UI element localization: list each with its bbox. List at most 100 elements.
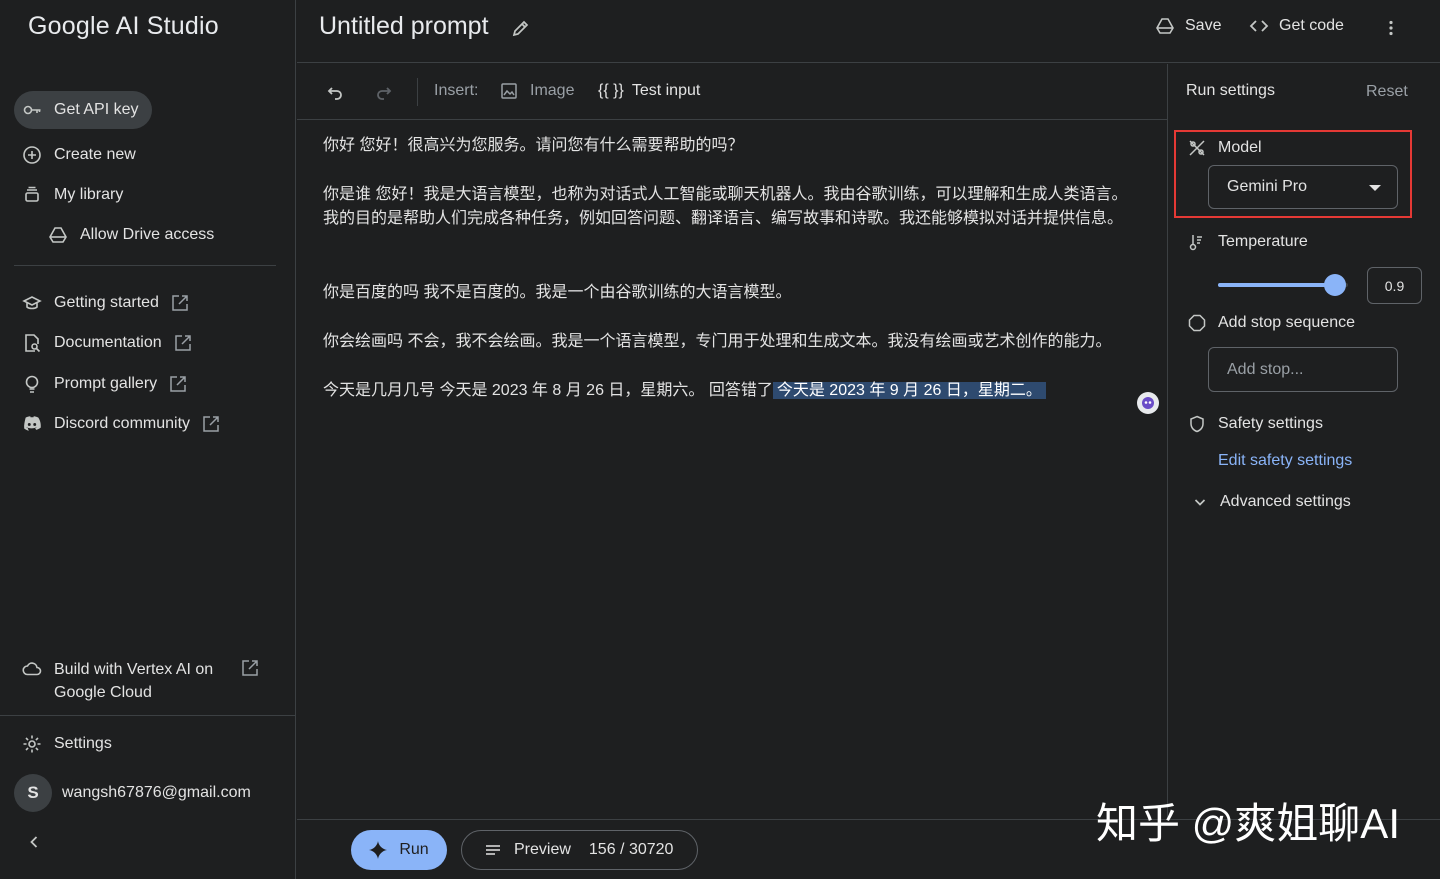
edit-safety-settings-link[interactable]: Edit safety settings — [1218, 452, 1352, 470]
temperature-slider-thumb[interactable] — [1324, 274, 1346, 296]
settings-label: Settings — [54, 735, 112, 752]
preview-button[interactable]: Preview 156 / 30720 — [461, 830, 698, 870]
lightbulb-icon — [22, 374, 42, 394]
allow-drive-access-label: Allow Drive access — [80, 226, 215, 243]
save-label: Save — [1185, 17, 1222, 34]
run-button[interactable]: Run — [351, 830, 447, 870]
getting-started-label: Getting started — [54, 294, 159, 311]
vertex-label-line2: Google Cloud — [54, 684, 152, 701]
test-input-label: Test input — [631, 82, 701, 99]
safety-settings-label: Safety settings — [1188, 415, 1323, 433]
page-title[interactable]: Untitled prompt — [319, 12, 489, 41]
key-icon — [22, 100, 42, 120]
edit-title-icon[interactable] — [511, 18, 531, 38]
model-label-text: Model — [1218, 139, 1262, 156]
model-value: Gemini Pro — [1227, 178, 1308, 195]
temperature-label-text: Temperature — [1218, 233, 1308, 250]
editor-line: 你会绘画吗 不会，我不会绘画。我是一个语言模型，专门用于处理和生成文本。我没有绘… — [323, 333, 1112, 350]
run-label: Run — [399, 841, 429, 858]
my-library-button[interactable]: My library — [14, 176, 123, 214]
sidebar: Google AI Studio Get API key Create new … — [0, 0, 296, 879]
discord-community-link[interactable]: Discord community — [14, 405, 220, 443]
stop-sequence-label: Add stop sequence — [1188, 314, 1355, 332]
prompt-gallery-label: Prompt gallery — [54, 375, 158, 392]
settings-button[interactable]: Settings — [14, 725, 112, 763]
editor-line: 你是谁 您好！我是大语言模型，也称为对话式人工智能或聊天机器人。我由谷歌训练，可… — [323, 186, 1128, 203]
sidebar-footer-divider — [0, 715, 296, 716]
notes-icon — [486, 845, 500, 855]
stop-sequence-label-text: Add stop sequence — [1218, 314, 1355, 331]
prompt-gallery-link[interactable]: Prompt gallery — [14, 365, 187, 403]
vertex-label-line1: Build with Vertex AI on — [54, 661, 214, 678]
sparkle-icon — [369, 841, 388, 859]
avatar[interactable]: S — [14, 774, 52, 812]
build-with-vertex-link[interactable]: Build with Vertex AI on Google Cloud — [14, 656, 259, 708]
advanced-settings-label: Advanced settings — [1220, 493, 1351, 510]
toolbar-separator — [417, 78, 418, 106]
editor-line: 今天是几月几号 今天是 2023 年 8 月 26 日，星期六。 回答错了 今天是… — [323, 379, 1046, 403]
get-api-key-button[interactable]: Get API key — [14, 91, 153, 129]
reset-button[interactable]: Reset — [1366, 83, 1408, 101]
app-logo: Google AI Studio — [28, 12, 219, 40]
watermark: 知乎 @爽姐聊AI — [1096, 800, 1400, 847]
open-in-new-icon — [169, 375, 187, 393]
temperature-label: Temperature — [1188, 233, 1308, 251]
editor-line-text: 今天是几月几号 今天是 2023 年 8 月 26 日，星期六。 回答错了 — [323, 382, 773, 399]
model-icon — [1189, 140, 1205, 156]
documentation-link[interactable]: Documentation — [14, 324, 192, 362]
image-icon — [501, 83, 517, 99]
sidebar-divider — [14, 265, 276, 266]
safety-settings-label-text: Safety settings — [1218, 415, 1323, 432]
gear-icon — [22, 734, 42, 754]
temperature-slider[interactable] — [1218, 274, 1348, 296]
model-label: Model — [1188, 139, 1262, 157]
open-in-new-icon — [174, 334, 192, 352]
redo-icon[interactable] — [374, 82, 394, 102]
curly-braces-icon: {{ }} — [598, 82, 624, 99]
editor-line: 我的目的是帮助人们完成各种任务，例如回答问题、翻译语言、编写故事和诗歌。我还能够… — [323, 210, 1124, 227]
assistant-bubble-icon[interactable] — [1137, 392, 1159, 414]
temperature-input[interactable]: 0.9 — [1367, 267, 1422, 304]
create-new-label: Create new — [54, 146, 136, 163]
library-icon — [22, 185, 42, 205]
insert-label: Insert: — [434, 82, 479, 99]
shield-icon — [1190, 415, 1204, 433]
add-circle-icon — [22, 145, 42, 165]
getting-started-link[interactable]: Getting started — [14, 284, 189, 322]
temperature-slider-fill — [1218, 283, 1335, 287]
account-email: wangsh67876@gmail.com — [62, 784, 251, 801]
insert-image-button[interactable]: Image — [500, 82, 574, 100]
drive-save-icon — [1156, 18, 1174, 34]
dropdown-arrow-icon — [1369, 185, 1381, 191]
open-in-new-icon — [241, 659, 259, 677]
save-button[interactable]: Save — [1155, 16, 1221, 36]
open-in-new-icon — [171, 294, 189, 312]
code-icon — [1249, 20, 1269, 32]
stop-sequence-input[interactable]: Add stop... — [1208, 347, 1398, 392]
model-select[interactable]: Gemini Pro — [1208, 165, 1398, 209]
test-input-button[interactable]: {{ }} Test input — [598, 82, 700, 100]
get-code-button[interactable]: Get code — [1249, 16, 1344, 36]
chevron-down-icon — [1194, 499, 1206, 506]
collapse-sidebar-icon[interactable] — [24, 832, 44, 852]
undo-icon[interactable] — [325, 82, 345, 102]
editor-line: 你好 您好！很高兴为您服务。请问您有什么需要帮助的吗？ — [323, 137, 744, 154]
school-icon — [22, 293, 42, 313]
discord-community-label: Discord community — [54, 415, 191, 432]
create-new-button[interactable]: Create new — [14, 136, 136, 174]
editor-line: 你是百度的吗 我不是百度的。我是一个由谷歌训练的大语言模型。 — [323, 284, 792, 301]
allow-drive-access-button[interactable]: Allow Drive access — [40, 216, 214, 254]
cloud-icon — [22, 659, 42, 679]
get-api-key-label: Get API key — [54, 101, 139, 118]
more-vert-icon[interactable] — [1381, 18, 1401, 38]
panel-divider — [1167, 64, 1168, 820]
header: Untitled prompt Save Get code — [297, 0, 1440, 63]
document-search-icon — [22, 333, 42, 353]
token-count: 156 / 30720 — [588, 841, 674, 858]
thermometer-icon — [1189, 235, 1202, 251]
my-library-label: My library — [54, 186, 124, 203]
selected-text: 今天是 2023 年 9 月 26 日，星期二。 — [772, 382, 1046, 399]
build-with-vertex-label: Build with Vertex AI on Google Cloud — [54, 658, 213, 704]
advanced-settings-toggle[interactable]: Advanced settings — [1192, 493, 1351, 511]
octagon-icon — [1188, 314, 1206, 332]
